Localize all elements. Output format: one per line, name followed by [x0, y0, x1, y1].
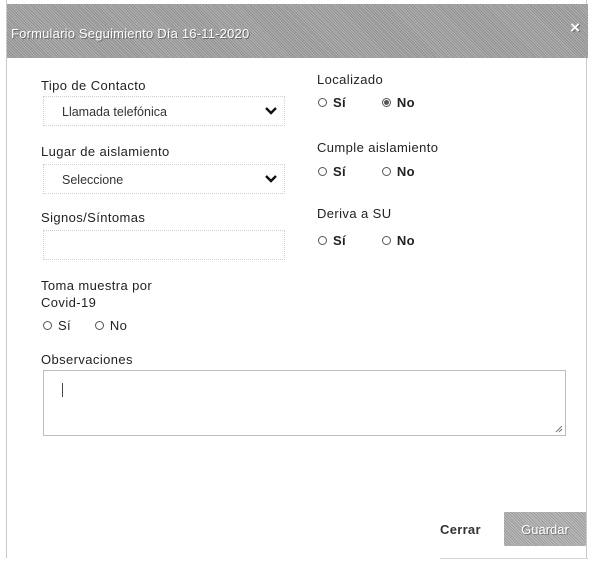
- toma-muestra-si-radio[interactable]: [43, 321, 52, 330]
- cumple-aislamiento-radio-group: Sí No: [318, 164, 439, 179]
- modal-header: Formulario Seguimiento Día 16-11-2020 ×: [7, 4, 588, 58]
- chevron-down-icon: [265, 175, 277, 183]
- cumple-aislamiento-si-radio[interactable]: [318, 167, 327, 176]
- footer-divider: [440, 558, 588, 559]
- toma-muestra-no-option[interactable]: No: [94, 318, 128, 333]
- cumple-aislamiento-si-label: Sí: [333, 164, 346, 179]
- localizado-si-radio[interactable]: [318, 98, 327, 107]
- chevron-down-icon: [265, 107, 277, 115]
- deriva-su-radio-group: Sí No: [318, 233, 439, 248]
- signos-sintomas-input[interactable]: [43, 230, 285, 260]
- observaciones-label: Observaciones: [41, 352, 133, 367]
- toma-muestra-si-option[interactable]: Sí: [43, 318, 71, 333]
- localizado-no-radio[interactable]: [381, 98, 391, 107]
- deriva-su-label: Deriva a SU: [317, 206, 392, 221]
- lugar-aislamiento-select[interactable]: Seleccione: [43, 164, 285, 194]
- toma-muestra-no-label: No: [109, 318, 128, 333]
- lugar-aislamiento-value: Seleccione: [62, 173, 124, 187]
- resize-grip-icon[interactable]: [555, 425, 563, 433]
- cumple-aislamiento-label: Cumple aislamiento: [317, 140, 439, 155]
- modal-title: Formulario Seguimiento Día 16-11-2020: [11, 26, 250, 41]
- localizado-radio-group: Sí No: [318, 95, 439, 110]
- localizado-no-option[interactable]: No: [381, 95, 415, 110]
- tipo-contacto-label: Tipo de Contacto: [41, 78, 146, 93]
- deriva-su-no-label: No: [396, 233, 415, 248]
- toma-muestra-si-label: Sí: [58, 318, 71, 333]
- localizado-label: Localizado: [317, 72, 384, 87]
- cumple-aislamiento-no-label: No: [396, 164, 415, 179]
- localizado-no-label: No: [396, 95, 415, 110]
- observaciones-textarea[interactable]: [43, 370, 566, 436]
- tipo-contacto-value: Llamada telefónica: [62, 105, 167, 119]
- localizado-si-label: Sí: [333, 95, 346, 110]
- toma-muestra-label-line1: Toma muestra por: [41, 278, 153, 293]
- signos-sintomas-label: Signos/Síntomas: [41, 210, 146, 225]
- toma-muestra-radio-group: Sí No: [43, 318, 151, 333]
- deriva-su-no-radio[interactable]: [381, 236, 391, 245]
- follow-up-form-modal: Formulario Seguimiento Día 16-11-2020 × …: [6, 0, 588, 559]
- toma-muestra-no-radio[interactable]: [94, 321, 104, 330]
- deriva-su-si-radio[interactable]: [318, 236, 327, 245]
- deriva-su-no-option[interactable]: No: [381, 233, 415, 248]
- text-caret: [62, 383, 63, 397]
- deriva-su-si-label: Sí: [333, 233, 346, 248]
- tipo-contacto-select[interactable]: Llamada telefónica: [43, 96, 285, 126]
- deriva-su-si-option[interactable]: Sí: [318, 233, 346, 248]
- toma-muestra-label-line2: Covid-19: [41, 295, 97, 310]
- guardar-button[interactable]: Guardar: [504, 512, 586, 546]
- cumple-aislamiento-si-option[interactable]: Sí: [318, 164, 346, 179]
- cumple-aislamiento-no-option[interactable]: No: [381, 164, 415, 179]
- localizado-si-option[interactable]: Sí: [318, 95, 346, 110]
- cumple-aislamiento-no-radio[interactable]: [381, 167, 391, 176]
- cerrar-button[interactable]: Cerrar: [440, 522, 481, 537]
- lugar-aislamiento-label: Lugar de aislamiento: [41, 144, 170, 159]
- close-icon[interactable]: ×: [570, 18, 580, 38]
